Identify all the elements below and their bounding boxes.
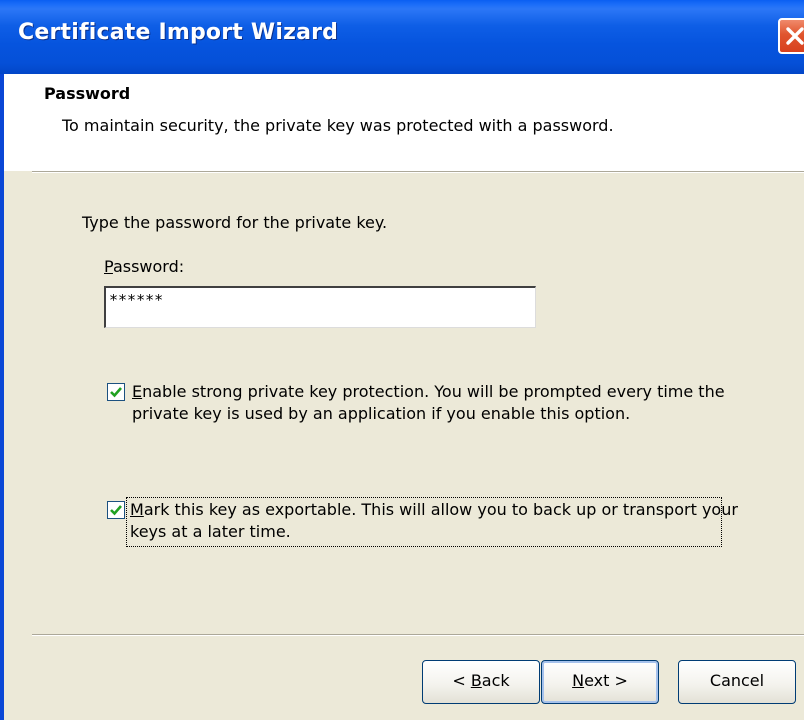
strong-protection-line2: private key is used by an application if… — [132, 404, 631, 423]
back-button-mnemonic: B — [470, 671, 482, 690]
exportable-label[interactable]: Mark this key as exportable. This will a… — [130, 499, 738, 543]
password-label-mnemonic: P — [104, 257, 113, 276]
checkmark-icon — [110, 387, 122, 398]
strong-protection-line1: Enable strong private key protection. Yo… — [132, 381, 725, 403]
cancel-button[interactable]: Cancel — [678, 660, 796, 704]
exportable-line1: Mark this key as exportable. This will a… — [130, 499, 738, 521]
title-bar[interactable]: Certificate Import Wizard — [0, 0, 804, 74]
window-title: Certificate Import Wizard — [18, 20, 339, 45]
strong-protection-checkbox[interactable] — [107, 383, 125, 401]
page-title: Password — [44, 84, 131, 103]
back-button-text: ack — [481, 671, 510, 690]
exportable-line2: keys at a later time. — [130, 522, 291, 541]
password-label-text: assword: — [112, 257, 185, 276]
strong-protection-mnemonic: E — [132, 382, 143, 401]
header-separator — [32, 171, 804, 173]
back-button-prefix: < — [452, 671, 471, 690]
password-field[interactable]: ****** — [104, 286, 536, 328]
close-icon — [786, 27, 804, 45]
back-button[interactable]: < Back — [422, 660, 540, 704]
exportable-checkbox[interactable] — [107, 501, 125, 519]
close-button[interactable] — [778, 18, 804, 54]
password-label: Password: — [104, 257, 184, 276]
next-button-mnemonic: N — [572, 671, 585, 690]
certificate-import-wizard-window: Certificate Import Wizard Password To ma… — [0, 0, 804, 720]
page-subtitle: To maintain security, the private key wa… — [62, 116, 614, 135]
password-prompt: Type the password for the private key. — [82, 213, 388, 232]
strong-protection-line1-text: nable strong private key protection. You… — [142, 382, 725, 401]
checkmark-icon — [110, 505, 122, 516]
exportable-mnemonic: M — [130, 500, 144, 519]
footer-separator — [32, 634, 804, 636]
next-button[interactable]: Next > — [541, 660, 659, 704]
next-button-text: ext > — [584, 671, 628, 690]
exportable-line1-text: ark this key as exportable. This will al… — [143, 500, 738, 519]
strong-protection-label[interactable]: Enable strong private key protection. Yo… — [132, 381, 725, 425]
